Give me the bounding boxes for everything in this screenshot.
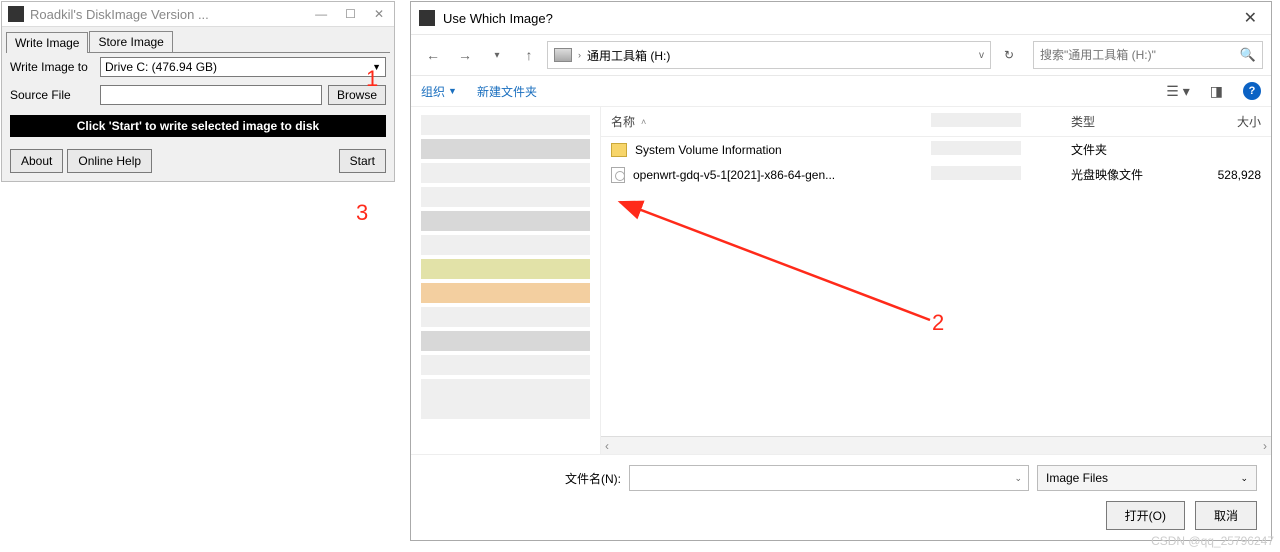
bottom-button-row: About Online Help Start	[2, 143, 394, 181]
sidebar-item[interactable]	[421, 259, 590, 279]
maximize-button[interactable]: ☐	[345, 7, 356, 21]
horizontal-scrollbar[interactable]: ‹›	[601, 436, 1271, 454]
disc-image-icon	[611, 167, 625, 183]
online-help-button[interactable]: Online Help	[67, 149, 152, 173]
chevron-down-icon[interactable]: ⌄	[1014, 473, 1022, 484]
nav-bar: ← → ▾ ↑ › 通用工具箱 (H:) v ↻ 🔍	[411, 35, 1271, 76]
sidebar-item[interactable]	[421, 115, 590, 135]
toolbar: 组织 ▼ 新建文件夹 ☰ ▾ ◨ ?	[411, 76, 1271, 107]
close-button[interactable]: ✕	[1238, 8, 1263, 28]
list-item[interactable]: System Volume Information 文件夹	[601, 137, 1271, 162]
drive-value: Drive C: (476.94 GB)	[105, 60, 217, 74]
col-date[interactable]	[931, 113, 1071, 130]
filetype-select[interactable]: Image Files ⌄	[1037, 465, 1257, 491]
dialog-title: Use Which Image?	[443, 11, 1238, 26]
source-file-row: Source File Browse	[2, 81, 394, 109]
file-dialog-titlebar: Use Which Image? ✕	[411, 2, 1271, 35]
open-button[interactable]: 打开(O)	[1106, 501, 1185, 530]
instruction-bar: Click 'Start' to write selected image to…	[10, 115, 386, 137]
address-bar[interactable]: › 通用工具箱 (H:) v	[547, 41, 991, 69]
sidebar-item[interactable]	[421, 163, 590, 183]
file-list: 名称 ˄ 类型 大小 System Volume Information 文件夹…	[601, 107, 1271, 454]
col-type[interactable]: 类型	[1071, 113, 1191, 130]
sidebar-item[interactable]	[421, 187, 590, 207]
tab-bar: Write Image Store Image	[2, 27, 394, 52]
recent-dropdown[interactable]: ▾	[483, 41, 511, 69]
file-dialog: Use Which Image? ✕ ← → ▾ ↑ › 通用工具箱 (H:) …	[410, 1, 1272, 541]
chevron-down-icon: ▼	[372, 62, 381, 72]
drive-select[interactable]: Drive C: (476.94 GB) ▼	[100, 57, 386, 77]
app-icon	[8, 6, 24, 22]
sidebar-item[interactable]	[421, 379, 590, 419]
search-icon: 🔍	[1240, 47, 1256, 63]
sidebar-item[interactable]	[421, 235, 590, 255]
list-item[interactable]: openwrt-gdq-v5-1[2021]-x86-64-gen... 光盘映…	[601, 162, 1271, 187]
sidebar-item[interactable]	[421, 211, 590, 231]
close-button[interactable]: ✕	[374, 7, 384, 21]
forward-button[interactable]: →	[451, 41, 479, 69]
start-button[interactable]: Start	[339, 149, 386, 173]
col-name[interactable]: 名称 ˄	[611, 113, 931, 130]
sidebar-item[interactable]	[421, 355, 590, 375]
nav-sidebar	[411, 107, 601, 454]
window-title: Roadkil's DiskImage Version ...	[30, 7, 311, 22]
filename-label: 文件名(N):	[565, 470, 621, 487]
filename-row: 文件名(N): ⌄ Image Files ⌄	[425, 465, 1257, 491]
refresh-button[interactable]: ↻	[995, 41, 1023, 69]
about-button[interactable]: About	[10, 149, 63, 173]
view-options-button[interactable]: ☰ ▾	[1166, 83, 1189, 100]
minimize-button[interactable]: —	[315, 7, 327, 21]
browse-button[interactable]: Browse	[328, 85, 386, 105]
breadcrumb-current[interactable]: 通用工具箱 (H:)	[587, 47, 670, 64]
help-icon[interactable]: ?	[1243, 82, 1261, 100]
tab-store-image[interactable]: Store Image	[89, 31, 172, 52]
source-file-label: Source File	[10, 88, 94, 102]
new-folder-button[interactable]: 新建文件夹	[477, 83, 537, 100]
diskimage-window: Roadkil's DiskImage Version ... — ☐ ✕ Wr…	[1, 1, 395, 182]
dialog-body: 名称 ˄ 类型 大小 System Volume Information 文件夹…	[411, 107, 1271, 454]
tab-write-image[interactable]: Write Image	[6, 32, 88, 53]
breadcrumb-sep: ›	[578, 50, 581, 60]
write-to-label: Write Image to	[10, 60, 94, 74]
write-image-to-row: Write Image to Drive C: (476.94 GB) ▼	[2, 53, 394, 81]
sidebar-item[interactable]	[421, 139, 590, 159]
col-size[interactable]: 大小	[1191, 113, 1261, 130]
sidebar-item[interactable]	[421, 283, 590, 303]
annotation-3: 3	[356, 200, 368, 226]
sidebar-item[interactable]	[421, 307, 590, 327]
chevron-down-icon[interactable]: v	[979, 50, 984, 61]
dialog-buttons: 打开(O) 取消	[425, 501, 1257, 530]
chevron-down-icon: ⌄	[1240, 473, 1248, 484]
window-controls: — ☐ ✕	[311, 7, 388, 21]
search-input[interactable]	[1040, 48, 1240, 62]
column-headers: 名称 ˄ 类型 大小	[601, 107, 1271, 137]
drive-icon	[554, 48, 572, 62]
diskimage-titlebar: Roadkil's DiskImage Version ... — ☐ ✕	[2, 2, 394, 27]
sidebar-item[interactable]	[421, 331, 590, 351]
watermark: CSDN @qq_25796247	[1151, 534, 1274, 548]
back-button[interactable]: ←	[419, 41, 447, 69]
search-box[interactable]: 🔍	[1033, 41, 1263, 69]
cancel-button[interactable]: 取消	[1195, 501, 1257, 530]
chevron-down-icon: ▼	[448, 86, 457, 96]
sort-asc-icon: ˄	[641, 117, 646, 127]
organize-menu[interactable]: 组织 ▼	[421, 83, 457, 100]
source-file-input[interactable]	[100, 85, 322, 105]
up-button[interactable]: ↑	[515, 41, 543, 69]
dialog-footer: 文件名(N): ⌄ Image Files ⌄ 打开(O) 取消	[411, 454, 1271, 540]
app-icon	[419, 10, 435, 26]
filename-input[interactable]: ⌄	[629, 465, 1029, 491]
preview-pane-button[interactable]: ◨	[1210, 83, 1223, 100]
folder-icon	[611, 143, 627, 157]
